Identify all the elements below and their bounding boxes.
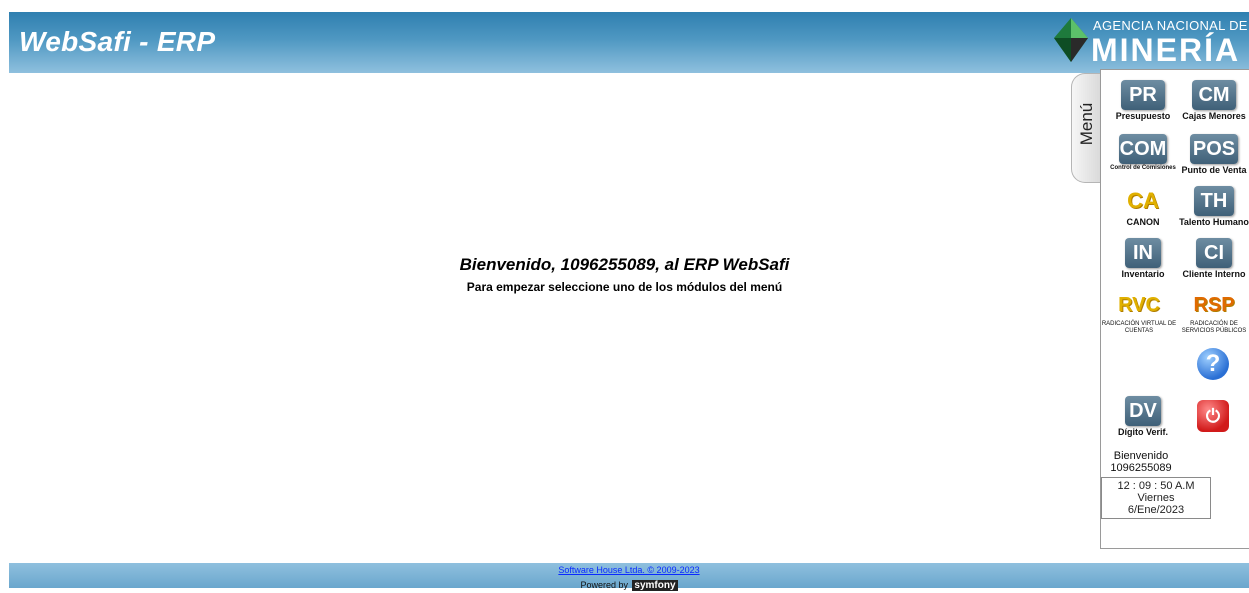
welcome-message: Bienvenido, 1096255089, al ERP WebSafi P… [0,255,1249,294]
rvc-icon: RVC [1118,294,1160,316]
module-comisiones[interactable]: COM Control de Comisiones [1105,134,1181,171]
footer-bar: Software House Ltda. © 2009-2023 Powered… [9,563,1249,591]
greeting-text: Bienvenido [1113,450,1169,462]
module-label: Control de Comisiones [1110,165,1176,171]
module-talento-humano[interactable]: TH Talento Humano [1176,186,1249,227]
symfony-logo: symfony [632,580,678,591]
user-id: 1096255089 [1110,462,1172,474]
module-punto-venta[interactable]: POS Punto de Venta [1176,134,1249,175]
logo-title: MINERÍA [1091,32,1241,68]
module-label: RADICACIÓN VIRTUAL DE CUENTAS [1101,321,1177,334]
welcome-title: Bienvenido, 1096255089, al ERP WebSafi [459,255,790,274]
clock-date: 6/Ene/2023 [1127,504,1185,516]
module-cajas-menores[interactable]: CM Cajas Menores [1176,80,1249,121]
menu-tab[interactable]: Menú [1071,73,1101,183]
logo-subtitle: AGENCIA NACIONAL DE [1093,18,1248,33]
copyright-link[interactable]: Software House Ltda. © 2009-2023 [9,565,1249,575]
help-icon[interactable]: ? [1197,348,1229,380]
cm-icon: CM [1192,80,1236,110]
clock-time: 12 : 09 : 50 A.M [1117,480,1195,492]
user-greeting: Bienvenido 1096255089 [1101,450,1181,474]
pos-icon: POS [1190,134,1238,164]
powered-by-text: Powered by [580,580,628,590]
com-icon: COM [1119,134,1167,164]
module-label: Cajas Menores [1182,111,1246,121]
module-radicacion-virtual[interactable]: RVC RADICACIÓN VIRTUAL DE CUENTAS [1101,290,1177,335]
module-servicios-publicos[interactable]: RSP RADICACIÓN DE SERVICIOS PÚBLICOS [1176,290,1249,335]
clock-day: Viernes [1137,492,1175,504]
in-icon: IN [1125,238,1161,268]
clock-box: 12 : 09 : 50 A.M Viernes 6/Ene/2023 [1101,477,1211,519]
module-label: CANON [1126,217,1160,227]
pr-icon: PR [1121,80,1165,110]
menu-tab-label: Menú [1077,102,1096,146]
module-cliente-interno[interactable]: CI Cliente Interno [1176,238,1249,279]
th-icon: TH [1194,186,1234,216]
ci-icon: CI [1196,238,1232,268]
header-bar: WebSafi - ERP AGENCIA NACIONAL DE MINERÍ… [9,12,1249,73]
rsp-icon: RSP [1193,294,1235,316]
module-label: RADICACIÓN DE SERVICIOS PÚBLICOS [1181,321,1247,334]
welcome-subtitle: Para empezar seleccione uno de los módul… [466,280,783,294]
ca-icon: CA [1127,188,1159,213]
dv-icon: DV [1125,396,1161,426]
module-digito-verificacion[interactable]: DV Dígito Verif. [1105,396,1181,437]
module-inventario[interactable]: IN Inventario [1105,238,1181,279]
app-title: WebSafi - ERP [19,26,216,57]
module-presupuesto[interactable]: PR Presupuesto [1105,80,1181,121]
module-canon[interactable]: CA CANON [1105,186,1181,227]
agency-logo: AGENCIA NACIONAL DE MINERÍA [1043,14,1249,70]
module-menu-panel: PR Presupuesto CM Cajas Menores COM Cont… [1100,69,1249,549]
module-label: Inventario [1121,269,1165,279]
module-label: Cliente Interno [1182,269,1246,279]
module-label: Talento Humano [1179,217,1249,227]
diamond-logo-icon [1054,18,1088,62]
power-icon[interactable]: ⏻ [1197,400,1229,432]
module-label: Dígito Verif. [1117,427,1168,437]
module-label: Punto de Venta [1181,165,1247,175]
module-label: Presupuesto [1115,111,1171,121]
